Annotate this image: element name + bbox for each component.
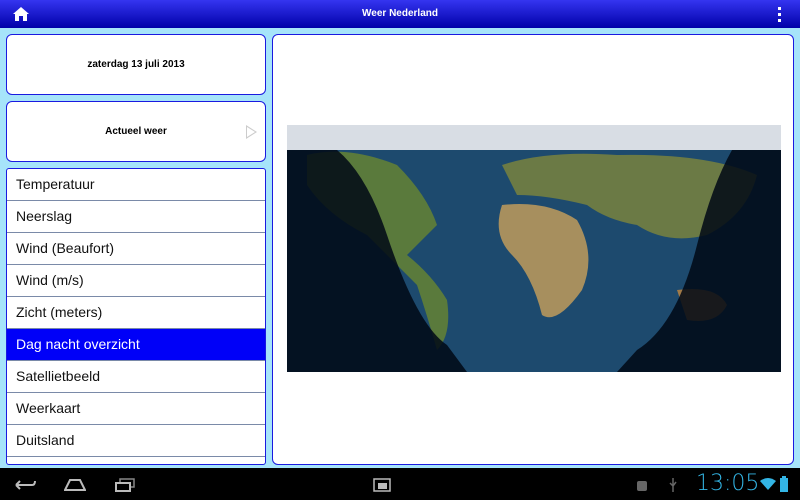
- menu-item-satellietbeeld[interactable]: Satellietbeeld: [7, 361, 265, 393]
- action-bar: Weer Nederland: [0, 0, 800, 28]
- menu-item-zicht[interactable]: Zicht (meters): [7, 297, 265, 329]
- content-panel: [272, 34, 794, 465]
- menu-item-weerkaart[interactable]: Weerkaart: [7, 393, 265, 425]
- day-night-world-map: [287, 125, 781, 372]
- current-weather-label: Actueel weer: [105, 126, 167, 137]
- home-nav-icon[interactable]: [64, 477, 86, 491]
- battery-icon: [780, 476, 788, 492]
- usb-icon: [669, 478, 677, 492]
- clock: 13:05: [696, 471, 760, 496]
- menu-item-duitsland[interactable]: Duitsland: [7, 425, 265, 457]
- menu-item-temperatuur[interactable]: Temperatuur: [7, 169, 265, 201]
- overflow-menu-icon[interactable]: [778, 7, 782, 25]
- wifi-icon: [760, 478, 776, 490]
- menu-item-wind-beaufort[interactable]: Wind (Beaufort): [7, 233, 265, 265]
- menu-list[interactable]: Temperatuur Neerslag Wind (Beaufort) Win…: [6, 168, 266, 465]
- play-icon: [246, 125, 257, 139]
- recent-apps-icon[interactable]: [114, 478, 136, 492]
- screenshot-icon[interactable]: [373, 478, 391, 492]
- system-navigation-bar: 13:05: [0, 468, 800, 500]
- app-title: Weer Nederland: [362, 8, 438, 19]
- current-weather-button[interactable]: Actueel weer: [6, 101, 266, 162]
- date-label: zaterdag 13 juli 2013: [6, 34, 266, 95]
- menu-item-dag-nacht[interactable]: Dag nacht overzicht: [7, 329, 265, 361]
- back-icon[interactable]: [14, 478, 36, 492]
- android-debug-icon: [637, 481, 647, 491]
- menu-item-neerslag[interactable]: Neerslag: [7, 201, 265, 233]
- menu-item-wind-ms[interactable]: Wind (m/s): [7, 265, 265, 297]
